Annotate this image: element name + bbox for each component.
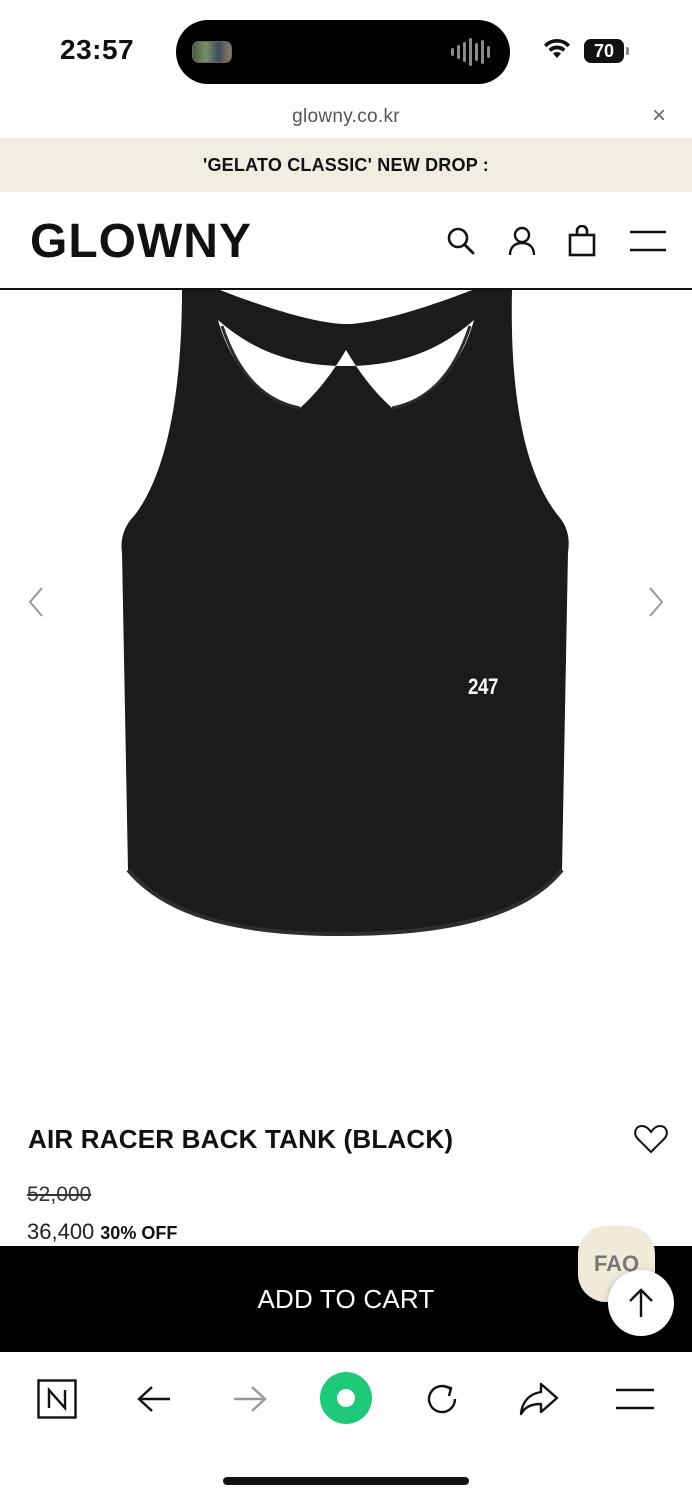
naver-home-icon[interactable] [29,1374,85,1424]
sale-price: 36,400 [27,1219,95,1244]
now-playing-thumbnail [192,41,232,63]
dynamic-island [176,20,510,84]
audio-wave-icon [451,37,490,67]
menu-icon[interactable] [607,1374,663,1424]
scroll-to-top-button[interactable] [608,1270,674,1336]
discount-badge: 30% OFF [100,1223,178,1243]
forward-arrow-icon[interactable] [222,1374,278,1424]
announcement-text: 'GELATO CLASSIC' NEW DROP : [203,154,489,175]
announcement-banner[interactable]: 'GELATO CLASSIC' NEW DROP : [0,138,692,192]
add-to-cart-label: ADD TO CART [257,1283,435,1314]
account-icon[interactable] [505,224,539,258]
site-header: GLOWNY [0,192,692,290]
reload-icon[interactable] [414,1374,470,1424]
close-icon[interactable]: × [652,104,666,128]
tank-print-text: 247 [468,674,498,699]
shopping-bag-icon[interactable] [565,224,599,258]
battery-icon: 70 [584,39,629,63]
product-title: AIR RACER BACK TANK (BLACK) [28,1124,454,1154]
original-price: 52,000 [27,1183,92,1206]
chevron-right-icon[interactable] [640,582,670,622]
chevron-left-icon[interactable] [22,582,52,622]
price-row: 36,400 30% OFF [27,1219,177,1245]
status-bar: 23:57 70 [0,0,692,100]
home-indicator[interactable] [223,1477,469,1485]
menu-icon[interactable] [628,224,668,258]
logo[interactable]: GLOWNY [30,214,252,269]
product-image [121,290,569,937]
address-bar[interactable]: glowny.co.kr × [0,100,692,138]
back-arrow-icon[interactable] [126,1374,182,1424]
wifi-icon [542,38,572,65]
status-time: 23:57 [60,34,135,65]
search-icon[interactable] [444,224,478,258]
green-dot-icon[interactable] [316,1368,376,1428]
product-gallery[interactable]: 247 [0,290,692,1070]
url-text[interactable]: glowny.co.kr [0,106,692,128]
heart-icon[interactable] [634,1124,668,1154]
share-icon[interactable] [511,1374,567,1424]
arrow-up-icon [629,1288,653,1317]
